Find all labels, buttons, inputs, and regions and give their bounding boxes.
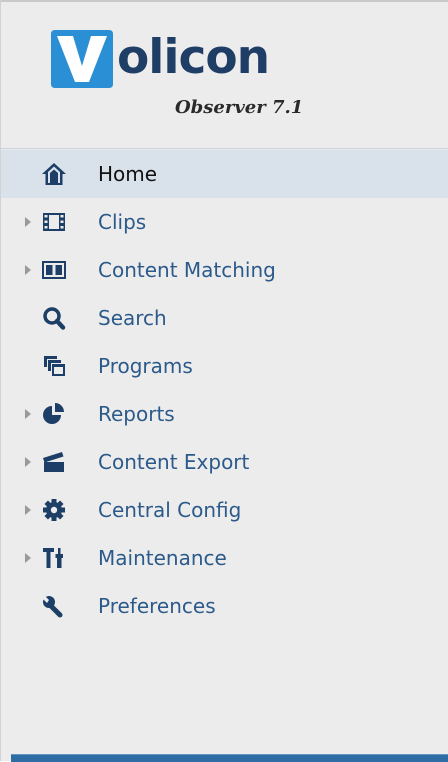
sidebar: V olicon Observer 7.1 Home Clips Content… [0,0,448,762]
nav-label-content-export: Content Export [98,450,250,474]
nav-label-reports: Reports [98,402,175,426]
expand-arrow-icon[interactable] [25,505,31,515]
nav-item-central-config[interactable]: Central Config [1,486,448,534]
nav-item-programs[interactable]: Programs [1,342,448,390]
nav-label-search: Search [98,306,167,330]
nav-item-reports[interactable]: Reports [1,390,448,438]
programs-icon [41,354,67,378]
nav-label-home: Home [98,162,158,186]
expand-arrow-icon[interactable] [25,457,31,467]
logo-v-mark: V [51,30,113,88]
nav-item-content-export[interactable]: Content Export [1,438,448,486]
content-matching-icon [41,258,67,282]
nav-label-central-config: Central Config [98,498,242,522]
wrench-icon [41,594,67,618]
search-icon [41,306,67,330]
expand-arrow-icon[interactable] [25,553,31,563]
film-icon [41,210,67,234]
clapperboard-icon [41,450,67,474]
nav-label-preferences: Preferences [98,594,216,618]
expand-arrow-icon[interactable] [25,217,31,227]
nav-label-maintenance: Maintenance [98,546,227,570]
nav-item-content-matching[interactable]: Content Matching [1,246,448,294]
nav-item-preferences[interactable]: Preferences [1,582,448,630]
logo-area: V olicon Observer 7.1 [1,0,448,149]
nav-item-search[interactable]: Search [1,294,448,342]
pie-chart-icon [41,402,67,426]
expand-arrow-icon[interactable] [25,265,31,275]
nav-item-maintenance[interactable]: Maintenance [1,534,448,582]
nav-label-clips: Clips [98,210,147,234]
logo-wordmark: olicon [117,30,270,85]
main-nav: Home Clips Content Matching Search Progr… [1,150,448,630]
tools-icon [41,546,67,570]
nav-label-content-matching: Content Matching [98,258,276,282]
nav-item-home[interactable]: Home [1,150,448,198]
home-icon [41,162,67,186]
nav-item-clips[interactable]: Clips [1,198,448,246]
expand-arrow-icon[interactable] [25,409,31,419]
gear-icon [41,498,67,522]
app-version-subtitle: Observer 7.1 [175,97,304,118]
nav-label-programs: Programs [98,354,193,378]
